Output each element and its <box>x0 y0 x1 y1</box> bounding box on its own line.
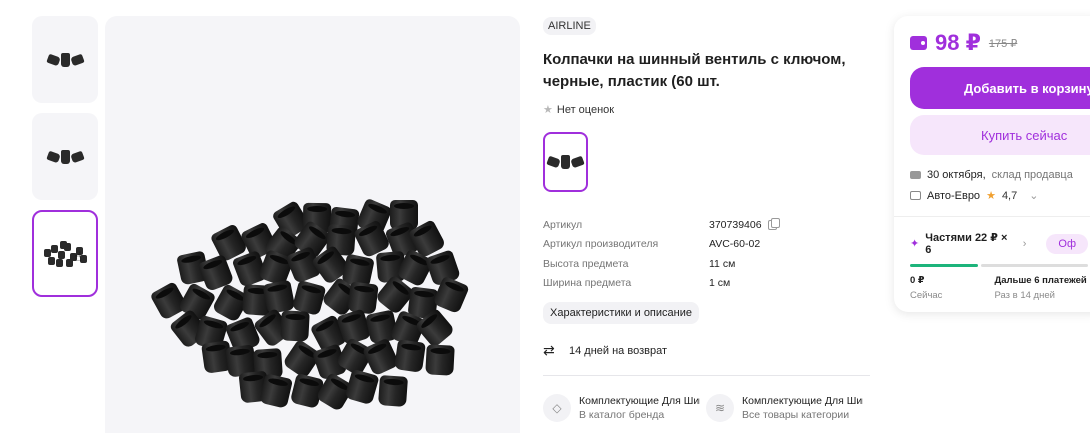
hand-cursor-icon: ☝ <box>74 249 82 264</box>
spec-row: Высота предмета 11 см <box>543 254 870 274</box>
seller-name: Авто-Евро <box>927 189 981 202</box>
related-links: ◇ Комплектующие Для Шин В каталог бренда… <box>543 394 870 422</box>
brand-badge[interactable]: AIRLINE <box>543 17 596 35</box>
link-title: Комплектующие Для Шин <box>579 395 700 407</box>
truck-icon <box>910 171 921 179</box>
spec-value: 11 см <box>709 257 736 270</box>
valve-cap <box>344 368 380 406</box>
product-thumbnail-image <box>45 52 85 67</box>
spec-key: Артикул <box>543 218 583 231</box>
pay-later-amount: Дальше 6 платежей по <box>994 275 1090 286</box>
thumbnail-2[interactable] <box>32 113 98 200</box>
main-product-image[interactable] <box>105 16 520 433</box>
product-info: AIRLINE Колпачки на шинный вентиль с клю… <box>543 16 870 422</box>
valve-cap <box>258 373 293 409</box>
buy-box: 98 ₽ 175 ₽ Добавить в корзину Купить сей… <box>894 16 1090 312</box>
old-price: 175 ₽ <box>988 37 1018 50</box>
price: 98 ₽ <box>935 30 981 55</box>
payment-schedule: 0 ₽ Сейчас Дальше 6 платежей по Раз в 14… <box>910 275 1090 301</box>
product-photo <box>147 197 477 412</box>
divider <box>543 375 870 376</box>
spec-row: Артикул производителя AVC-60-02 <box>543 235 870 255</box>
category-link[interactable]: ≋ Комплектующие Для Шин Все товары катег… <box>706 394 863 422</box>
progress-segment-rest <box>981 264 1088 267</box>
return-arrows-icon: ⇄ <box>543 342 555 358</box>
link-subtitle: В каталог бренда <box>579 409 665 421</box>
add-to-cart-button[interactable]: Добавить в корзину <box>910 67 1090 109</box>
product-thumbnail-image <box>45 149 85 164</box>
spec-key: Высота предмета <box>543 257 629 270</box>
spec-value: 1 см <box>709 277 731 290</box>
delivery-info: 30 октября, склад продавца <box>910 169 1088 181</box>
payment-progress <box>910 264 1088 267</box>
rating[interactable]: ★ Нет оценок <box>543 103 870 117</box>
chevron-right-icon: › <box>1022 237 1027 250</box>
return-policy[interactable]: ⇄ 14 дней на возврат <box>543 342 870 359</box>
spec-value: 370739406 <box>709 218 762 231</box>
thumbnail-3-selected[interactable]: ☝ <box>32 210 98 297</box>
valve-cap <box>279 310 310 342</box>
star-icon: ★ <box>986 190 996 202</box>
star-icon: ★ <box>543 104 553 116</box>
buy-now-button[interactable]: Купить сейчас <box>910 115 1090 155</box>
progress-segment-paid <box>910 264 979 267</box>
specs-table: Артикул 370739406 Артикул производителя … <box>543 215 870 293</box>
split-pay-icon: ✦ <box>910 238 920 250</box>
divider <box>894 216 1090 217</box>
product-title: Колпачки на шинный вентиль с ключом, чер… <box>543 51 846 90</box>
seller-info[interactable]: Авто-Евро ★ 4,7 ⌄ <box>910 189 1088 202</box>
thumbnail-list: ☝ <box>32 16 98 307</box>
link-subtitle: Все товары категории <box>742 409 850 421</box>
layers-icon: ≋ <box>706 394 734 422</box>
split-payment[interactable]: ✦ Частями 22 ₽ × 6 › Оф <box>910 231 1088 256</box>
offer-button[interactable]: Оф <box>1046 233 1088 254</box>
valve-cap <box>394 339 427 374</box>
valve-cap <box>424 344 455 376</box>
valve-cap <box>262 279 296 315</box>
split-label: Частями 22 ₽ × 6 <box>925 232 1008 256</box>
variant-image <box>546 155 585 169</box>
brand-catalog-link[interactable]: ◇ Комплектующие Для Шин В каталог бренда <box>543 394 700 422</box>
characteristics-button[interactable]: Характеристики и описание <box>543 302 699 324</box>
valve-cap <box>378 375 409 408</box>
thumbnail-1[interactable] <box>32 16 98 103</box>
valve-cap <box>347 280 379 315</box>
return-text: 14 дней на возврат <box>569 344 667 357</box>
store-icon <box>910 191 921 200</box>
delivery-date: 30 октября, <box>927 169 986 181</box>
price-row: 98 ₽ 175 ₽ <box>910 30 1088 56</box>
spec-row: Ширина предмета 1 см <box>543 274 870 294</box>
seller-rating: 4,7 <box>1001 189 1018 202</box>
chevron-down-icon: ⌄ <box>1029 190 1039 202</box>
delivery-source: склад продавца <box>991 169 1073 181</box>
spec-key: Ширина предмета <box>543 277 632 290</box>
spec-row: Артикул 370739406 <box>543 215 870 235</box>
pay-later-label: Раз в 14 дней <box>994 290 1055 301</box>
copy-icon[interactable] <box>767 217 780 230</box>
rating-text: Нет оценок <box>556 103 615 116</box>
link-title: Комплектующие Для Шин <box>742 395 863 407</box>
spec-key: Артикул производителя <box>543 238 659 251</box>
variant-swatch-selected[interactable] <box>543 132 588 192</box>
tag-icon: ◇ <box>543 394 571 422</box>
spec-value: AVC-60-02 <box>709 238 761 251</box>
valve-cap <box>361 337 400 377</box>
wallet-icon <box>910 36 927 50</box>
pay-now-label: Сейчас <box>910 290 943 301</box>
pay-now-amount: 0 ₽ <box>910 275 925 286</box>
